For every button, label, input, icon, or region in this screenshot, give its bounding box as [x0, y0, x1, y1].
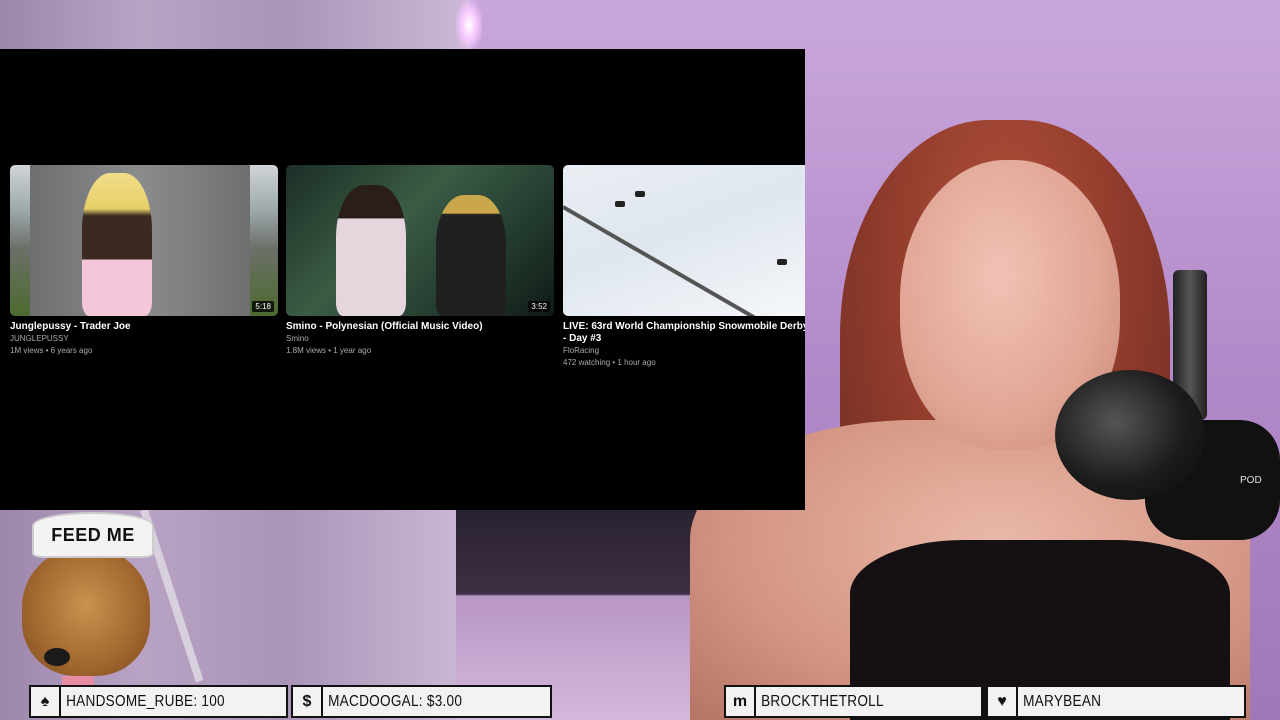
video-card[interactable]: 5:18 Junglepussy - Trader Joe JUNGLEPUSS…: [10, 165, 280, 357]
video-duration: 3:52: [528, 301, 550, 312]
video-title[interactable]: Junglepussy - Trader Joe: [10, 321, 280, 333]
video-card[interactable]: 3:52 Smino - Polynesian (Official Music …: [286, 165, 556, 357]
dog-head: [22, 548, 150, 698]
alert-bar-follower: ♥ MARYBEAN: [986, 685, 1246, 718]
heart-icon: ♥: [988, 687, 1018, 716]
video-thumbnail[interactable]: [563, 165, 805, 316]
channel-name[interactable]: JUNGLEPUSSY: [10, 333, 280, 345]
alert-bar-subscriber: ♠ HANDSOME_RUBE: 100: [29, 685, 288, 718]
alert-bar-member: m BROCKTHETROLL: [724, 685, 983, 718]
video-meta: 1.8M views • 1 year ago: [286, 346, 372, 355]
alert-text: MACDOOGAL: $3.00: [328, 692, 463, 710]
light-glow: [456, 0, 482, 50]
video-thumbnail[interactable]: 5:18: [10, 165, 278, 316]
video-title[interactable]: LIVE: 63rd World Championship Snowmobile…: [563, 321, 805, 345]
video-card[interactable]: LIVE: 63rd World Championship Snowmobile…: [563, 165, 805, 369]
dog-hat: FEED ME: [32, 512, 154, 558]
video-meta: 472 watching • 1 hour ago: [563, 358, 656, 367]
feed-me-dog-overlay: FEED ME: [22, 512, 154, 698]
spade-icon: ♠: [31, 687, 61, 716]
alert-text: HANDSOME_RUBE: 100: [66, 692, 225, 710]
mic-label: POD: [1240, 475, 1262, 486]
alert-bar-donation: $ MACDOOGAL: $3.00: [291, 685, 552, 718]
video-recommendations-panel: 5:18 Junglepussy - Trader Joe JUNGLEPUSS…: [0, 49, 805, 510]
alert-text: MARYBEAN: [1023, 692, 1102, 710]
m-logo-icon: m: [726, 687, 756, 716]
microphone: POD: [1055, 270, 1280, 560]
video-title[interactable]: Smino - Polynesian (Official Music Video…: [286, 321, 556, 333]
channel-name[interactable]: FloRacing: [563, 345, 805, 357]
dog-hat-text: FEED ME: [51, 524, 135, 545]
video-thumbnail[interactable]: 3:52: [286, 165, 554, 316]
channel-name[interactable]: Smino: [286, 333, 556, 345]
video-duration: 5:18: [252, 301, 274, 312]
alert-text: BROCKTHETROLL: [761, 692, 884, 710]
video-meta: 1M views • 6 years ago: [10, 346, 93, 355]
dollar-icon: $: [293, 687, 323, 716]
